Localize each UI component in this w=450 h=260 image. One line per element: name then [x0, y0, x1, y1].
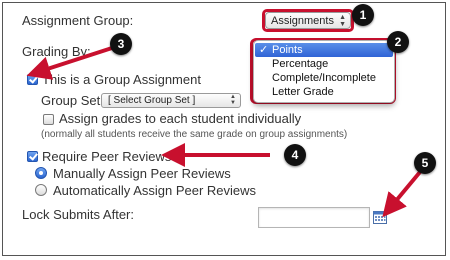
grading-option-complete-incomplete[interactable]: Complete/Incomplete [255, 71, 393, 85]
manual-peer-reviews-label: Manually Assign Peer Reviews [53, 166, 231, 181]
grading-option-label: Points [272, 44, 303, 56]
group-assignment-label: This is a Group Assignment [42, 72, 201, 87]
group-assignment-note: (normally all students receive the same … [41, 129, 348, 140]
auto-peer-reviews-label: Automatically Assign Peer Reviews [53, 183, 257, 198]
step-badge-2: 2 [387, 31, 409, 53]
step-badge-1: 1 [352, 4, 374, 26]
grading-option-percentage[interactable]: Percentage [255, 57, 393, 71]
step-badge-3: 3 [110, 33, 132, 55]
step-badge-4: 4 [284, 144, 306, 166]
grading-option-label: Complete/Incomplete [272, 72, 376, 84]
step-badge-5: 5 [414, 152, 436, 174]
auto-peer-reviews-radio[interactable] [35, 184, 47, 196]
grading-by-label: Grading By: [22, 44, 91, 59]
manual-peer-reviews-radio[interactable] [35, 167, 47, 179]
assign-individually-label: Assign grades to each student individual… [59, 111, 302, 126]
grading-option-points[interactable]: ✓ Points [255, 43, 393, 57]
group-assignment-checkbox[interactable] [27, 74, 38, 85]
calendar-icon[interactable] [373, 210, 387, 224]
group-set-value: [ Select Group Set ] [108, 95, 196, 106]
assign-individually-checkbox[interactable] [43, 114, 54, 125]
group-set-select[interactable]: [ Select Group Set ] ▲ ▼ [101, 93, 241, 108]
assignment-group-label: Assignment Group: [22, 13, 134, 28]
select-arrows-icon: ▲ ▼ [230, 94, 236, 106]
grading-type-menu[interactable]: ✓ Points Percentage Complete/Incomplete … [253, 40, 395, 103]
require-peer-reviews-label: Require Peer Reviews [42, 149, 172, 164]
require-peer-reviews-checkbox[interactable] [27, 151, 38, 162]
highlight-assignment-group [262, 9, 354, 32]
grading-option-label: Letter Grade [272, 86, 334, 98]
lock-date-input[interactable] [258, 207, 370, 228]
grading-option-letter-grade[interactable]: Letter Grade [255, 85, 393, 99]
lock-submits-label: Lock Submits After: [22, 207, 134, 222]
grading-option-label: Percentage [272, 58, 329, 70]
check-icon: ✓ [259, 44, 269, 56]
group-set-label: Group Set: [41, 93, 104, 108]
